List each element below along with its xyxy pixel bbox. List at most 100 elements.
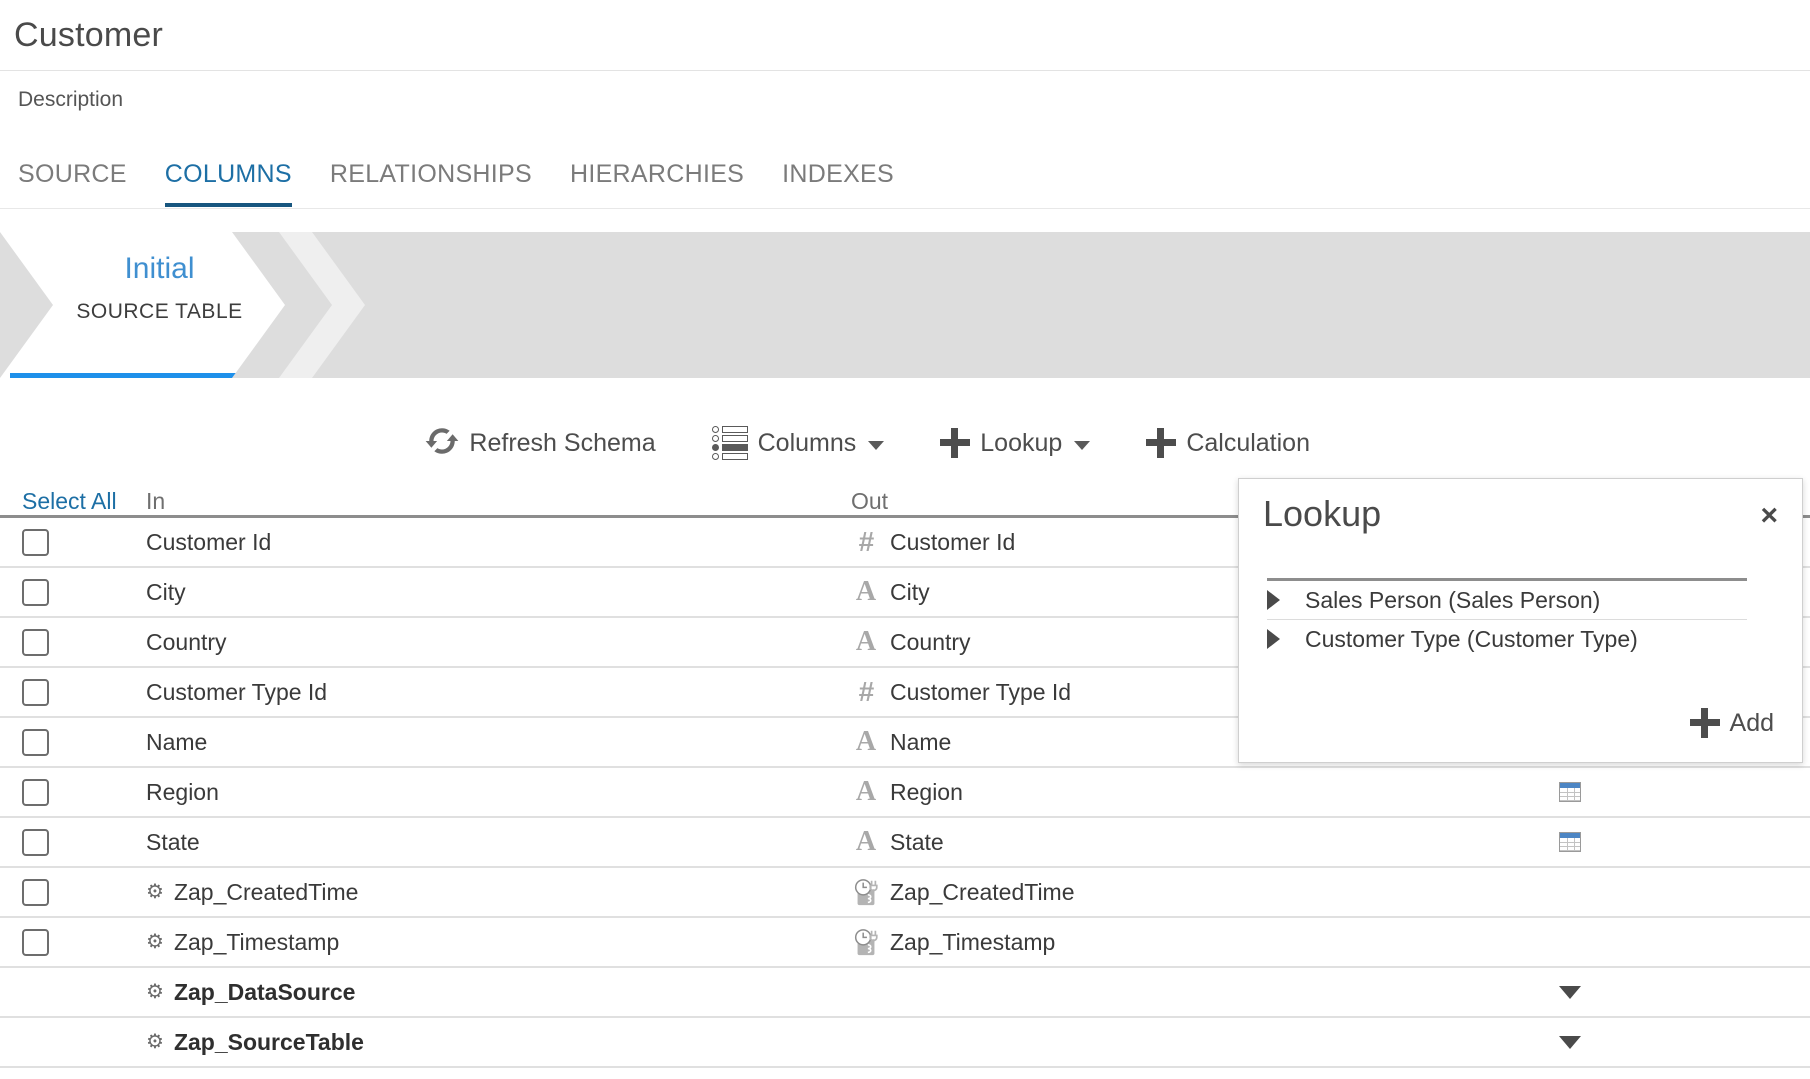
lookup-popover: Lookup × Sales Person (Sales Person) Cust…: [1238, 478, 1803, 763]
chevron-down-icon[interactable]: [1559, 985, 1581, 999]
plus-icon: [1689, 708, 1720, 738]
table-row[interactable]: Region A Region: [0, 768, 1810, 818]
text-type-icon: A: [855, 726, 877, 757]
row-extra-cell: [1491, 832, 1788, 852]
table-row[interactable]: ⚙ Zap_CreatedTime Zap_CreatedTime: [0, 868, 1810, 918]
stage-initial-name: Initial: [124, 252, 195, 285]
row-checkbox[interactable]: [22, 878, 49, 906]
row-select-cell: [22, 828, 146, 856]
lookup-list-item[interactable]: Customer Type (Customer Type): [1267, 620, 1747, 658]
row-in-cell: City: [146, 579, 851, 606]
title-divider: [0, 70, 1810, 71]
row-select-cell: [22, 778, 146, 806]
row-in-cell: State: [146, 829, 851, 856]
lookup-item-list: Sales Person (Sales Person) Customer Type…: [1267, 581, 1747, 658]
close-icon[interactable]: ×: [1760, 501, 1778, 531]
text-type-icon: A: [855, 576, 877, 607]
gear-icon: ⚙: [146, 931, 164, 953]
row-out-cell: Zap_Timestamp: [851, 927, 1491, 957]
row-checkbox[interactable]: [22, 578, 49, 606]
row-in-label: Zap_CreatedTime: [173, 878, 359, 905]
chevron-down-icon: [868, 440, 885, 450]
row-select-cell: [22, 928, 146, 956]
row-out-label: Customer Id: [890, 528, 1016, 555]
row-in-label: State: [146, 828, 200, 855]
select-all-link[interactable]: Select All: [22, 488, 117, 514]
calculation-label: Calculation: [1186, 428, 1310, 457]
row-in-cell: ⚙ Zap_CreatedTime: [146, 879, 851, 906]
tab-hierarchies[interactable]: HIERARCHIES: [570, 160, 744, 207]
row-out-cell: A State: [851, 828, 1491, 856]
row-out-label: State: [890, 828, 944, 855]
tab-indexes[interactable]: INDEXES: [782, 160, 894, 207]
row-select-cell: [22, 878, 146, 906]
row-in-label: Customer Type Id: [146, 678, 328, 705]
number-type-icon: #: [858, 676, 874, 707]
page-title: Customer: [14, 16, 163, 54]
header-out-label: Out: [851, 488, 889, 514]
row-out-label: Customer Type Id: [890, 678, 1072, 705]
row-select-cell: [22, 578, 146, 606]
stage-initial-kind: SOURCE TABLE: [76, 300, 243, 323]
row-in-label: Zap_SourceTable: [173, 1028, 364, 1055]
row-in-cell: ⚙ Zap_Timestamp: [146, 929, 851, 956]
text-type-icon: A: [855, 776, 877, 807]
lookup-add-button[interactable]: Add: [1689, 708, 1774, 738]
lookup-item-label: Sales Person (Sales Person): [1305, 586, 1601, 613]
row-checkbox[interactable]: [22, 628, 49, 656]
gear-icon: ⚙: [146, 881, 164, 903]
lookup-button[interactable]: Lookup: [940, 428, 1091, 458]
tab-source[interactable]: SOURCE: [18, 160, 127, 207]
refresh-schema-button[interactable]: Refresh Schema: [425, 424, 656, 463]
chevron-right-icon[interactable]: [1267, 629, 1293, 649]
add-stage-button[interactable]: +: [279, 232, 365, 378]
row-checkbox[interactable]: [22, 678, 49, 706]
refresh-icon: [425, 424, 459, 463]
row-extra-cell: [1491, 782, 1788, 802]
row-checkbox[interactable]: [22, 778, 49, 806]
row-checkbox[interactable]: [22, 728, 49, 756]
table-icon[interactable]: [1559, 832, 1581, 852]
tab-relationships[interactable]: RELATIONSHIPS: [330, 160, 532, 207]
table-row[interactable]: State A State: [0, 818, 1810, 868]
plus-icon: +: [302, 283, 326, 327]
row-select-cell: [22, 528, 146, 556]
row-in-label: Name: [146, 728, 208, 755]
row-in-cell: ⚙ Zap_DataSource: [146, 979, 851, 1006]
row-in-label: Country: [146, 628, 227, 655]
datetime-type-icon: [851, 877, 881, 907]
tab-columns[interactable]: COLUMNS: [164, 160, 292, 207]
table-row[interactable]: ⚙ Zap_DataSource: [0, 968, 1810, 1018]
row-select-cell: [22, 678, 146, 706]
table-row[interactable]: ⚙ Zap_Timestamp Zap_Timestamp: [0, 918, 1810, 968]
row-checkbox[interactable]: [22, 528, 49, 556]
plus-icon: [1146, 428, 1177, 458]
lookup-list-item[interactable]: Sales Person (Sales Person): [1267, 581, 1747, 620]
row-checkbox[interactable]: [22, 828, 49, 856]
row-checkbox[interactable]: [22, 928, 49, 956]
row-out-label: Zap_CreatedTime: [890, 878, 1075, 905]
columns-button[interactable]: Columns: [711, 426, 885, 460]
table-row[interactable]: ⚙ Zap_SourceTable: [0, 1018, 1810, 1068]
chevron-right-icon[interactable]: [1267, 590, 1293, 610]
lookup-add-label: Add: [1729, 708, 1774, 737]
table-icon[interactable]: [1559, 782, 1581, 802]
row-extra-cell: [1491, 1035, 1788, 1049]
stage-initial[interactable]: Initial SOURCE TABLE: [0, 232, 285, 378]
row-select-cell: [22, 628, 146, 656]
row-out-cell: Zap_CreatedTime: [851, 877, 1491, 907]
row-in-label: Customer Id: [146, 528, 272, 555]
stage-active-indicator: [10, 373, 282, 378]
chevron-down-icon[interactable]: [1559, 1035, 1581, 1049]
plus-icon: [940, 428, 971, 458]
calculation-button[interactable]: Calculation: [1146, 428, 1310, 458]
row-in-cell: Region: [146, 779, 851, 806]
row-out-cell: A Region: [851, 778, 1491, 806]
gear-icon: ⚙: [146, 981, 164, 1003]
lookup-popover-title: Lookup: [1263, 493, 1382, 534]
select-all-cell: Select All: [22, 488, 146, 515]
row-in-cell: Country: [146, 629, 851, 656]
chevron-down-icon: [1074, 440, 1091, 450]
columns-label: Columns: [757, 428, 857, 457]
row-in-cell: Customer Id: [146, 529, 851, 556]
